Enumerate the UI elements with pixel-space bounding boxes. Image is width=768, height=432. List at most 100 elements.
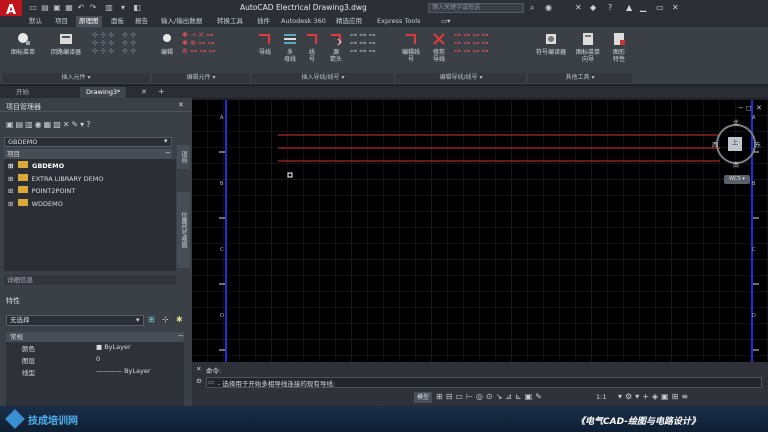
group-insert-wires[interactable]: 插入导线/线号 ▾ bbox=[252, 73, 394, 83]
prop-value-linetype[interactable]: ———— ByLayer bbox=[96, 367, 151, 375]
collapse-icon[interactable]: − bbox=[178, 332, 184, 340]
select-objects-icon[interactable]: ⊹ bbox=[162, 315, 169, 324]
triangle-icon[interactable]: ▲ bbox=[626, 3, 632, 12]
redo-icon[interactable]: ↷ bbox=[88, 3, 98, 12]
insert-small-tools[interactable]: ⊹ ⊹ ⊹ ⊹ ⊹ ⊹ ⊹ ⊹ ⊹ bbox=[92, 31, 114, 55]
model-space-button[interactable]: 模型 bbox=[414, 392, 432, 403]
side-tab-project[interactable]: 项目 bbox=[177, 145, 190, 169]
open-folder-icon[interactable]: ▤ bbox=[40, 3, 50, 12]
side-tab-location-view[interactable]: 位置代号视图 bbox=[177, 192, 190, 268]
new-tab-icon[interactable]: + bbox=[158, 87, 165, 96]
tab-featured-apps[interactable]: 精选应用 bbox=[333, 16, 365, 27]
edit-component-button[interactable]: 编辑 bbox=[156, 31, 178, 56]
collapse-icon[interactable]: − bbox=[165, 149, 171, 157]
plot-icon[interactable]: ▥ bbox=[104, 3, 114, 12]
details-bar[interactable]: 详细信息 bbox=[4, 275, 176, 285]
tab-panel[interactable]: 面板 bbox=[108, 16, 127, 27]
symbol-builder-button[interactable]: 符号编译器 bbox=[534, 31, 568, 56]
project-item-extra-library[interactable]: ⊞ EXTRA LIBRARY DEMO bbox=[8, 174, 103, 184]
status-tools[interactable]: ▾⚙▾+◈▣⊞≡ bbox=[618, 392, 691, 401]
search-icon[interactable]: ⌕ bbox=[530, 3, 534, 13]
tab-project[interactable]: 项目 bbox=[52, 16, 71, 27]
undo-icon[interactable]: ↶ bbox=[76, 3, 86, 12]
close-doc-icon[interactable]: ✕ bbox=[141, 88, 147, 96]
multi-bus-button[interactable]: 多母线 bbox=[280, 31, 300, 63]
expand-icon[interactable]: ⊞ bbox=[8, 200, 13, 208]
maximize-icon[interactable]: ▭ bbox=[656, 3, 664, 12]
wire-small-tools[interactable]: ⊶ ⊶ ⊶ ⊶ ⊶ ⊶ ⊶ ⊶ ⊶ bbox=[350, 31, 375, 55]
selection-select[interactable]: 无选择 bbox=[6, 315, 144, 326]
status-toggles[interactable]: ⊞⊟▭⊢◎⊙↘⊿⊾▣✎ bbox=[436, 392, 545, 401]
group-edit-components[interactable]: 编辑元件 ▾ bbox=[152, 73, 250, 83]
drawing-canvas[interactable] bbox=[192, 100, 768, 362]
quick-select-icon[interactable]: ✱ bbox=[176, 315, 183, 324]
project-item-wddemo[interactable]: ⊞ WDDEMO bbox=[8, 199, 63, 209]
source-arrow-button[interactable]: 源箭头 bbox=[326, 31, 346, 63]
edit-wire-small-tools[interactable]: ⊶ ⊶ ⊶ ⊶ ⊶ ⊶ ⊶ ⊶ ⊶ ⊶ ⊶ ⊶ bbox=[454, 31, 489, 55]
command-close-icon[interactable]: ✕ bbox=[196, 365, 201, 373]
general-section[interactable]: 常规 bbox=[6, 332, 184, 342]
tab-schematic[interactable]: 原理图 bbox=[76, 16, 102, 27]
toolbar-icon[interactable]: ◧ bbox=[132, 3, 142, 12]
user-icon[interactable]: ◉ bbox=[545, 3, 552, 12]
trim-wire-button[interactable]: 修剪 导线 bbox=[428, 31, 450, 63]
viewport-close-icon[interactable]: ✕ bbox=[756, 104, 762, 112]
viewcube-south[interactable]: 南 bbox=[733, 160, 739, 169]
tab-options-icon[interactable]: ▭▾ bbox=[438, 16, 453, 27]
tab-conversion-tools[interactable]: 转换工具 bbox=[214, 16, 246, 27]
circuit-builder-button[interactable]: 回路编译器 bbox=[46, 31, 86, 56]
wire-number-button[interactable]: 线号 bbox=[303, 31, 321, 63]
doc-tab-drawing3[interactable]: Drawing3* bbox=[80, 87, 127, 98]
icon-menu-button[interactable]: 图标菜单 bbox=[6, 31, 40, 56]
expand-icon[interactable]: ⊞ bbox=[8, 175, 13, 183]
save-as-icon[interactable]: ▦ bbox=[64, 3, 74, 12]
dropdown-icon[interactable]: ▾ bbox=[118, 3, 128, 12]
new-file-icon[interactable]: ▭ bbox=[28, 3, 38, 12]
wcs-menu[interactable]: WCS ▾ bbox=[724, 175, 750, 184]
save-icon[interactable]: ▣ bbox=[52, 3, 62, 12]
project-name: EXTRA LIBRARY DEMO bbox=[31, 175, 104, 183]
tab-default[interactable]: 默认 bbox=[26, 16, 45, 27]
search-input[interactable]: 键入关键字或短语 bbox=[428, 3, 524, 13]
wire-button[interactable]: 导线 bbox=[254, 31, 276, 56]
viewport-minimize-icon[interactable]: − bbox=[738, 104, 744, 112]
group-other-tools[interactable]: 其他工具 ▾ bbox=[528, 73, 632, 83]
project-select[interactable]: GBDEMO bbox=[4, 137, 172, 147]
insert-small-tools-2[interactable]: ⊹ ⊹ ⊹ ⊹ ⊹ ⊹ bbox=[122, 31, 136, 55]
annotation-scale[interactable]: 1:1 bbox=[596, 393, 606, 401]
chevron-down-icon[interactable]: ▾ bbox=[136, 316, 140, 324]
viewcube-west[interactable]: 西 bbox=[712, 140, 718, 149]
minimize-icon[interactable]: ▁ bbox=[640, 3, 646, 12]
icon-menu-wizard-button[interactable]: 图标菜单 向导 bbox=[572, 31, 604, 63]
help-icon[interactable]: ? bbox=[608, 3, 612, 12]
tab-import-export[interactable]: 输入/输出数据 bbox=[158, 16, 205, 27]
tab-reports[interactable]: 报告 bbox=[132, 16, 151, 27]
toggle-pickadd-icon[interactable]: ⊞ bbox=[148, 315, 155, 324]
cart-icon[interactable]: ◆ bbox=[590, 3, 596, 12]
viewcube-north[interactable]: 北 bbox=[733, 118, 739, 127]
viewcube-east[interactable]: 东 bbox=[755, 140, 761, 149]
project-item-point2point[interactable]: ⊞ POINT2POINT bbox=[8, 186, 75, 196]
tab-autodesk-360[interactable]: Autodesk 360 bbox=[278, 16, 329, 27]
project-item-gbdemo[interactable]: ⊞ GBDEMO bbox=[8, 161, 64, 171]
viewcube-top-face[interactable]: 上 bbox=[728, 137, 742, 151]
expand-icon[interactable]: ⊞ bbox=[8, 187, 13, 195]
edit-component-tools[interactable]: ✱ ⇢ ✕ ⊶ ✱ ⊕ ⊶ ⊶ ⊕ ⊶ ⊶ ⊶ bbox=[182, 31, 216, 55]
drawing-properties-button[interactable]: 图形 特性 bbox=[606, 31, 632, 63]
prop-value-color[interactable]: ■ ByLayer bbox=[96, 343, 131, 351]
project-toolbar[interactable]: ▣▤▥◉▦▧✕✎▾? bbox=[6, 120, 92, 129]
edit-wire-number-button[interactable]: 编辑线号 bbox=[398, 31, 424, 63]
expand-icon[interactable]: ⊞ bbox=[8, 162, 13, 170]
doc-tab-start[interactable]: 开始 bbox=[10, 87, 35, 98]
command-settings-icon[interactable]: ⚙ bbox=[196, 377, 202, 385]
exchange-icon[interactable]: ✕ bbox=[575, 3, 582, 12]
close-icon[interactable]: ✕ bbox=[672, 3, 679, 12]
group-insert-components[interactable]: 插入元件 ▾ bbox=[2, 73, 150, 83]
tab-plugins[interactable]: 插件 bbox=[254, 16, 273, 27]
tab-express-tools[interactable]: Express Tools bbox=[374, 16, 423, 27]
chevron-down-icon[interactable]: ▾ bbox=[164, 137, 168, 145]
prop-value-layer[interactable]: 0 bbox=[96, 355, 100, 363]
group-edit-wires[interactable]: 编辑导线/线号 ▾ bbox=[396, 73, 526, 83]
viewport-restore-icon[interactable]: ◻ bbox=[746, 104, 752, 112]
panel-close-icon[interactable]: ✕ bbox=[178, 101, 184, 109]
